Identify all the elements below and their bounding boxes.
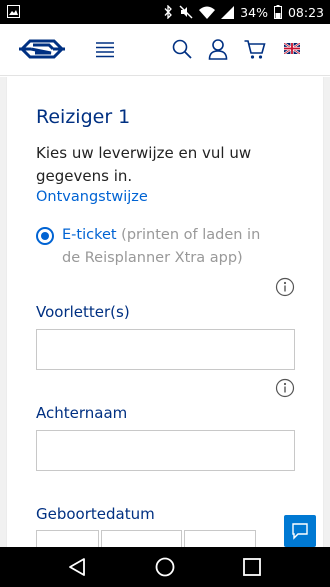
chat-icon [292, 523, 308, 540]
recent-apps-icon[interactable] [241, 556, 263, 578]
search-icon[interactable] [172, 38, 192, 60]
app-header [0, 24, 330, 76]
page-gutter-right [324, 77, 330, 547]
mute-icon [179, 5, 193, 19]
radio-selected-dot [41, 232, 49, 240]
status-bar: 34% 08:23 [0, 0, 330, 24]
home-icon[interactable] [154, 556, 176, 578]
ns-logo-icon[interactable] [18, 39, 66, 59]
gallery-notification-icon [7, 5, 20, 18]
cart-icon[interactable] [244, 38, 266, 60]
birthdate-label: Geboortedatum [36, 505, 155, 523]
traveler-title: Reiziger 1 [36, 106, 131, 128]
e-ticket-option-title: E-ticket [62, 227, 117, 243]
clock: 08:23 [287, 4, 324, 20]
e-ticket-option[interactable]: E-ticket (printen of laden in de Reispla… [62, 224, 272, 270]
signal-icon [221, 5, 235, 19]
initials-label: Voorletter(s) [36, 303, 130, 321]
battery-icon [273, 5, 282, 19]
chat-button[interactable] [284, 515, 316, 547]
bluetooth-icon [164, 5, 173, 19]
initials-input[interactable] [36, 329, 295, 370]
surname-label: Achternaam [36, 404, 128, 422]
android-nav-bar [0, 547, 330, 587]
form-instruction: Kies uw leverwijze en vul uw gegevens in… [36, 144, 252, 185]
delivery-method-label: Ontvangstwijze [36, 189, 148, 205]
info-icon[interactable] [275, 378, 295, 398]
hamburger-menu-icon[interactable] [96, 38, 114, 60]
user-icon[interactable] [208, 38, 228, 60]
surname-input[interactable] [36, 430, 295, 471]
uk-flag-icon[interactable] [284, 43, 300, 54]
info-icon[interactable] [275, 277, 295, 297]
wifi-icon [199, 6, 216, 19]
e-ticket-radio[interactable] [36, 227, 54, 245]
battery-percentage: 34% [240, 4, 268, 20]
back-icon[interactable] [66, 556, 88, 578]
